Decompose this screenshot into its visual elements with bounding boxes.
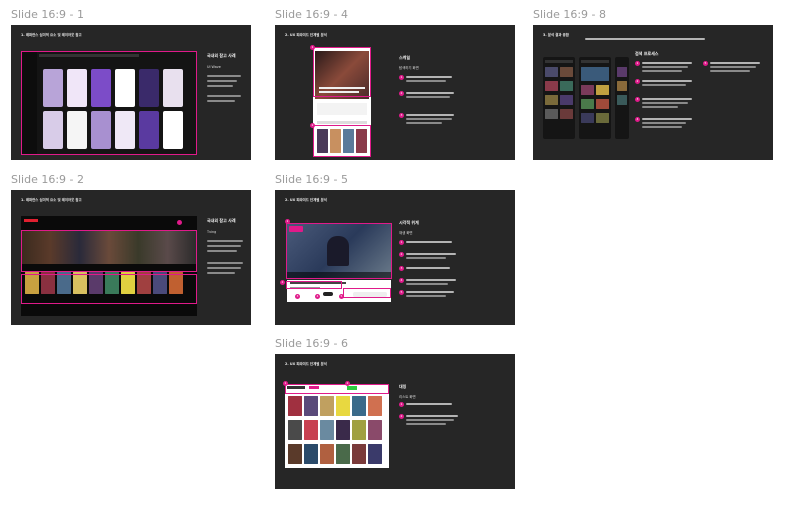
slide-label[interactable]: Slide 16:9 - 2 [11,173,84,186]
highlight-box [21,274,197,304]
slide-6-thumbnail[interactable]: 2. UX 피라미드 단계별 분석 1 2 대칭 리스트 화면 1 2 [275,354,515,489]
highlight-box [286,281,342,289]
slide-title: 3. 분석 결과 종합 [543,33,569,37]
slide-title: 2. UX 피라미드 단계별 분석 [285,198,327,202]
slide-heading: 대칭 [399,384,407,389]
highlight-box [285,384,389,394]
slide-8-thumbnail[interactable]: 3. 분석 결과 종합 검색 프로세스 1 2 3 4 5 [533,25,773,160]
slide-1-thumbnail[interactable]: 1. 레퍼런스 심미적 요소 및 레이아웃 참고 국내외 참고 사례 UI Wa… [11,25,251,160]
slide-label[interactable]: Slide 16:9 - 4 [275,8,348,21]
highlight-box [21,230,197,272]
screenshot-list [285,384,389,468]
slide-subheading: 재생 화면 [399,231,413,235]
highlight-box [313,47,371,97]
slide-title: 2. UX 피라미드 단계별 분석 [285,362,327,366]
slide-heading: 국내외 참고 사례 [207,218,236,223]
screenshot-search-1 [543,57,575,139]
slide-subheading: UI Wave [207,65,221,69]
slide-title: 1. 레퍼런스 심미적 요소 및 레이아웃 참고 [21,198,82,202]
slide-2-thumbnail[interactable]: 1. 레퍼런스 심미적 요소 및 레이아웃 참고 국내외 참고 사례 Tving [11,190,251,325]
slide-subheading: 리스트 화면 [399,395,416,399]
slide-subheading: 탐색하기 화면 [399,66,419,70]
slide-heading: 스케일 [399,55,411,60]
screenshot-search-3 [615,57,629,139]
slide-label[interactable]: Slide 16:9 - 6 [275,337,348,350]
slide-label[interactable]: Slide 16:9 - 1 [11,8,84,21]
highlight-box [21,51,197,155]
slide-label[interactable]: Slide 16:9 - 8 [533,8,606,21]
screenshot-search-2 [579,57,611,139]
slide-heading: 시각적 위계 [399,220,419,225]
slide-4-thumbnail[interactable]: 2. UX 피라미드 단계별 분석 1 2 스케일 탐색하기 화면 1 2 3 [275,25,515,160]
slide-heading: 검색 프로세스 [635,51,659,56]
highlight-box [313,125,371,157]
figma-canvas[interactable]: Slide 16:9 - 1 1. 레퍼런스 심미적 요소 및 레이아웃 참고 … [0,0,797,510]
slide-label[interactable]: Slide 16:9 - 5 [275,173,348,186]
highlight-box [286,223,392,279]
slide-5-thumbnail[interactable]: 2. UX 피라미드 단계별 분석 1 2 3 4 5 시각적 위계 재생 화면… [275,190,515,325]
highlight-box [343,288,391,298]
slide-subheading: Tving [207,230,217,234]
slide-title: 1. 레퍼런스 심미적 요소 및 레이아웃 참고 [21,33,82,37]
slide-title: 2. UX 피라미드 단계별 분석 [285,33,327,37]
slide-heading: 국내외 참고 사례 [207,53,236,58]
